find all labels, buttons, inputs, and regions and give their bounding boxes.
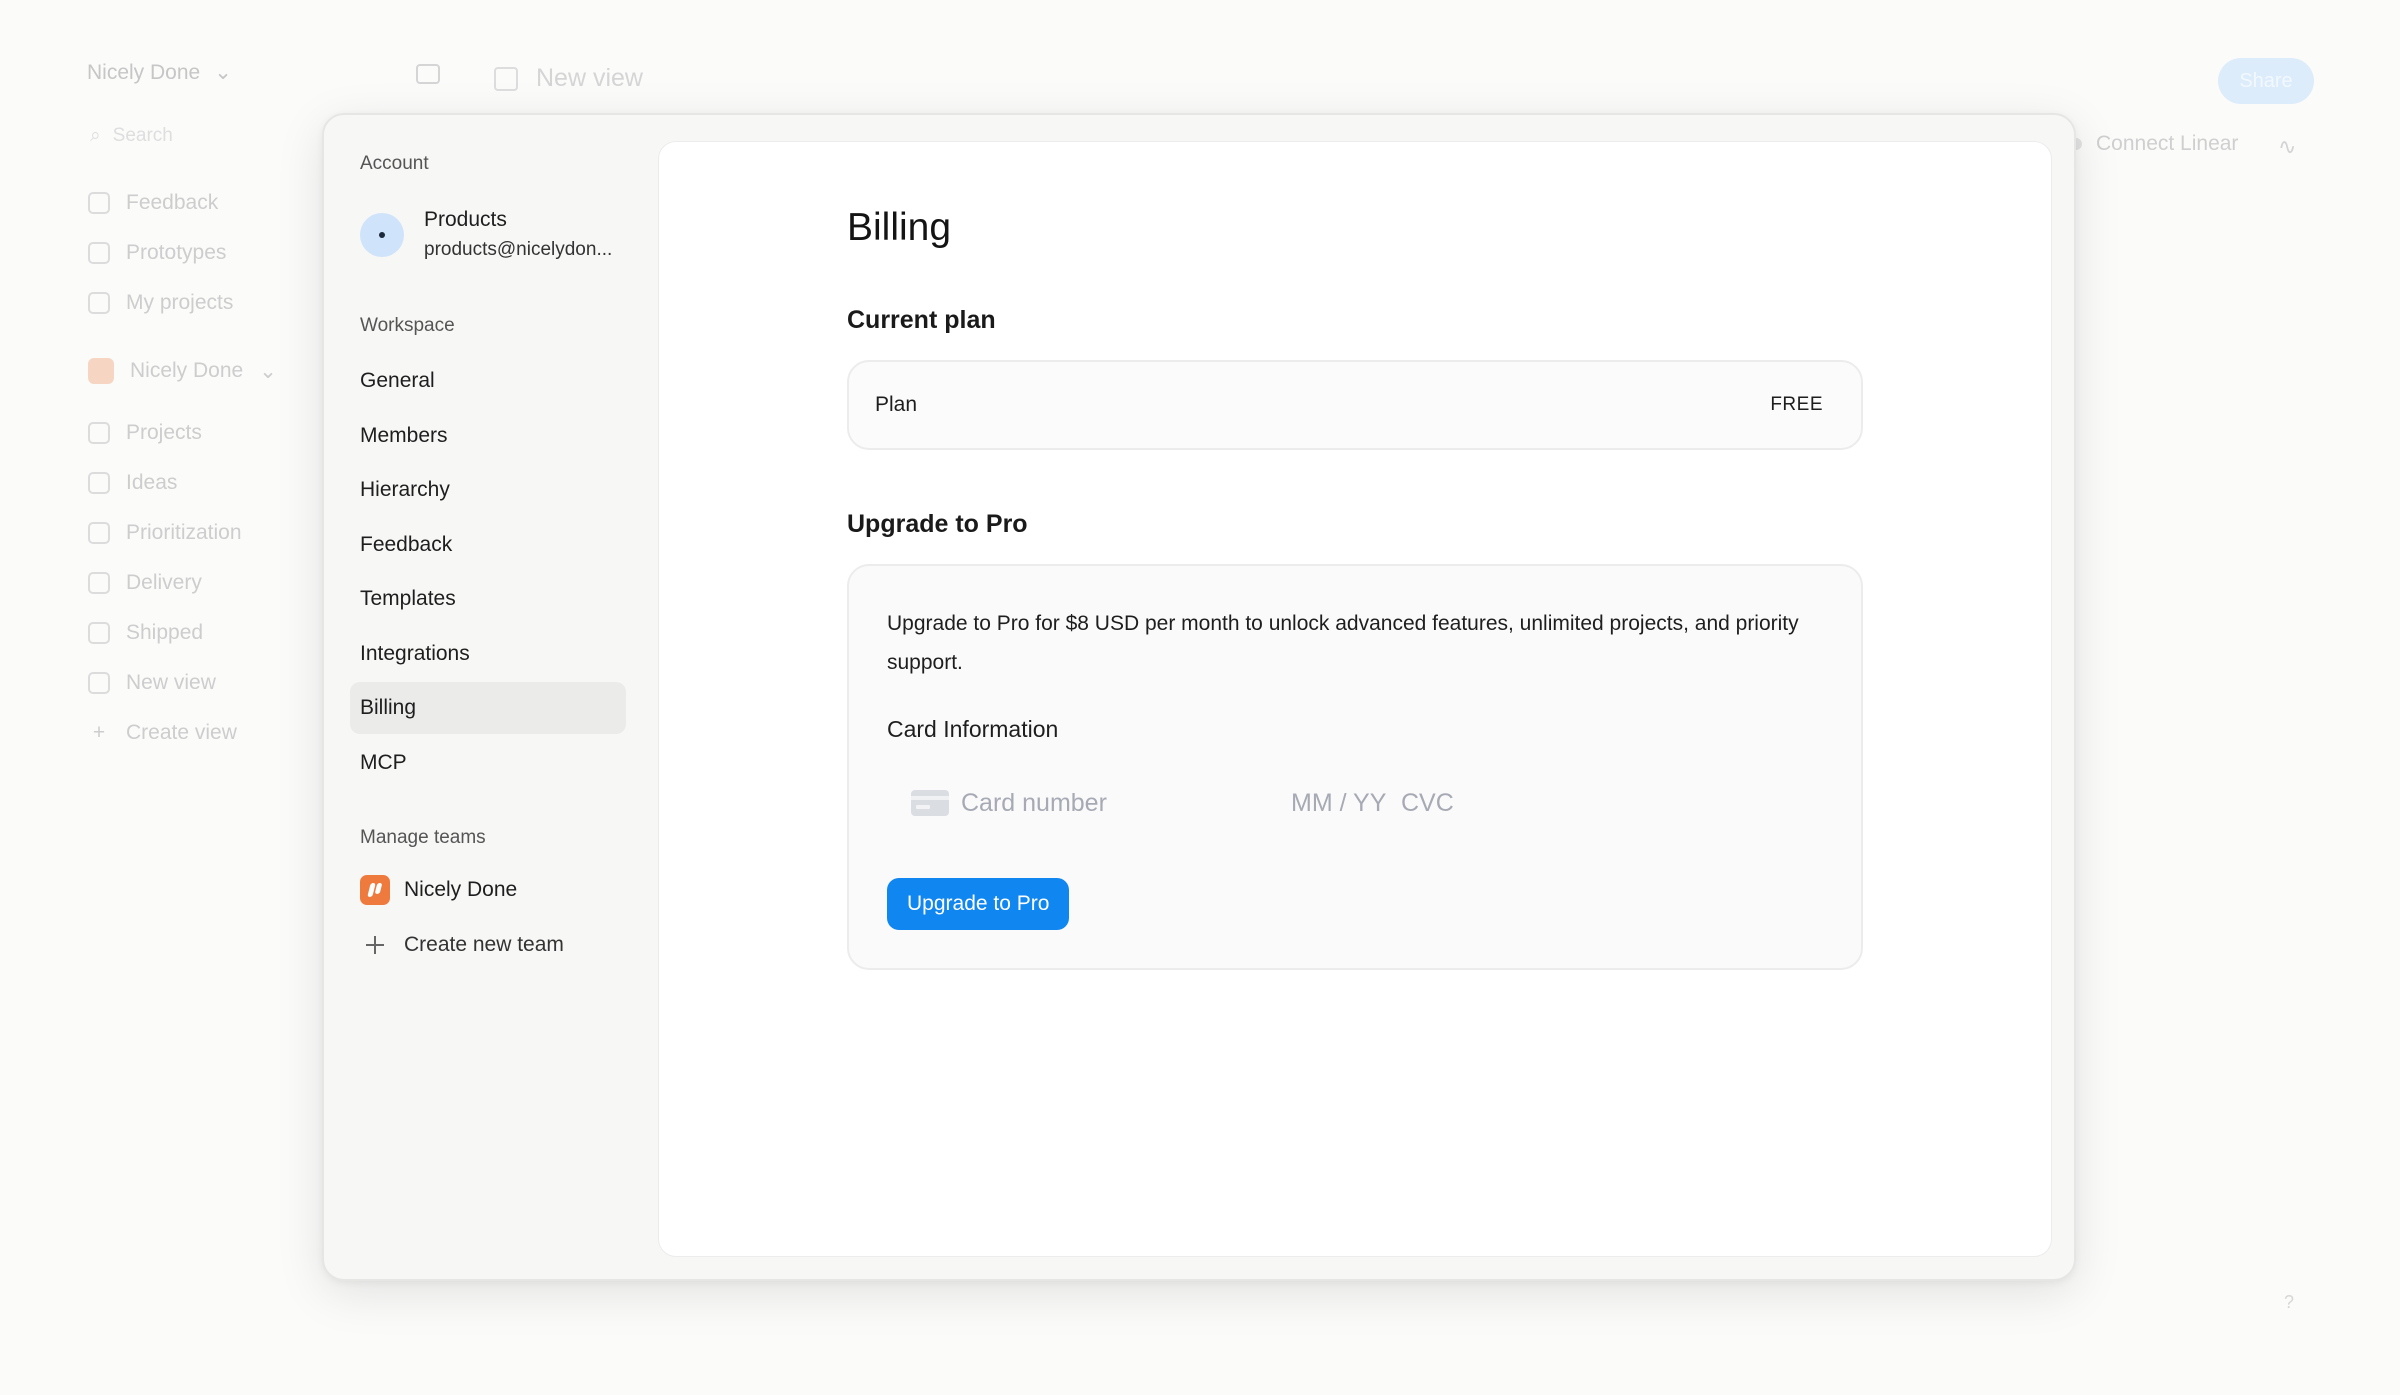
account-item[interactable]: Products products@nicelydon... [360,205,612,265]
account-details: Products products@nicelydon... [424,205,612,265]
nav-item-integrations[interactable]: Integrations [350,628,626,680]
plan-label: Plan [875,393,918,416]
card-expiry-input[interactable] [1291,788,1401,818]
nav-item-billing[interactable]: Billing [350,682,626,734]
background-nav-label: Projects [126,421,202,444]
background-workspace-switcher: Nicely Done ⌄ [87,60,232,85]
upgrade-description: Upgrade to Pro for $8 USD per month to u… [887,612,1799,674]
plus-icon [360,930,390,960]
background-nav-label: Ideas [126,471,178,494]
team-name: Nicely Done [404,878,518,901]
projects-icon [88,422,110,444]
card-number-input[interactable] [961,788,1291,818]
background-nav-item: Shipped [88,608,318,658]
card-input-row [887,778,1787,828]
view-icon [88,672,110,694]
card-info-label: Card Information [887,716,1059,742]
background-nav-item: Projects [88,408,318,458]
background-nav-item: My projects [88,278,318,328]
background-nav-top: Feedback Prototypes My projects [88,178,318,328]
background-view-title-text: New view [536,64,643,92]
background-nav-item: Feedback [88,178,318,228]
nav-item-feedback[interactable]: Feedback [350,519,626,571]
background-sidebar: Nicely Done ⌄ ⌕ Search Feedback Prototyp… [0,0,320,1395]
nav-item-members[interactable]: Members [350,410,626,462]
upgrade-card: Upgrade to Pro for $8 USD per month to u… [847,564,1863,970]
background-nav-label: Feedback [126,191,219,214]
sidebar-toggle-icon [416,64,440,84]
ideas-icon [88,472,110,494]
background-search-placeholder: Search [112,125,173,146]
team-item-nicely-done[interactable]: Nicely Done [360,875,517,905]
nav-item-general[interactable]: General [350,355,626,407]
background-workspace-name: Nicely Done [87,60,201,84]
background-connect-label: Connect Linear [2096,132,2239,155]
nav-item-hierarchy[interactable]: Hierarchy [350,464,626,516]
background-nav-label: Shipped [126,621,204,644]
plus-icon: + [92,721,106,744]
account-section-title: Account [360,153,429,174]
user-icon [88,292,110,314]
background-nav-item: Delivery [88,558,318,608]
background-connect-linear: Connect Linear [2070,132,2238,156]
account-name: Products [424,208,507,231]
background-view-title: New view [494,64,643,93]
background-team-name: Nicely Done [130,359,244,382]
card-cvc-input[interactable] [1401,788,1521,818]
background-nav-label: Prioritization [126,521,242,544]
upgrade-to-pro-button[interactable]: Upgrade to Pro [887,878,1070,930]
create-team-label: Create new team [404,933,564,956]
background-nav-team: Projects Ideas Prioritization Delivery S… [88,408,318,758]
workspace-nav-list: General Members Hierarchy Feedback Templ… [350,355,626,791]
background-nav-label: Delivery [126,571,202,594]
current-plan-card: Plan FREE [847,360,1863,450]
feedback-icon [88,192,110,214]
current-plan-title: Current plan [847,306,996,334]
background-nav-label: Create view [126,721,237,744]
plan-badge: FREE [1770,394,1823,415]
background-share-button: Share [2218,58,2314,104]
credit-card-icon [911,790,949,816]
billing-panel: Billing Current plan Plan FREE Upgrade t… [658,141,2052,1257]
background-nav-item: + Create view [88,708,318,758]
prioritization-icon [88,522,110,544]
team-logo-icon [88,358,114,384]
avatar [360,213,404,257]
background-team: Nicely Done ⌄ [88,358,277,384]
team-logo-icon [360,875,390,905]
background-nav-label: My projects [126,291,234,314]
activity-icon: ∿ [2278,134,2297,159]
search-icon: ⌕ [90,125,101,146]
view-icon [494,66,518,91]
settings-sidebar: Account Products products@nicelydon... W… [324,115,654,1279]
chevron-down-icon: ⌄ [259,359,277,383]
account-email: products@nicelydon... [424,239,613,260]
nav-item-templates[interactable]: Templates [350,573,626,625]
create-team-button[interactable]: Create new team [360,930,564,960]
workspace-section-title: Workspace [360,315,455,336]
prototype-icon [88,242,110,264]
background-nav-label: Prototypes [126,241,227,264]
background-nav-item: Ideas [88,458,318,508]
shipped-icon [88,622,110,644]
nav-item-mcp[interactable]: MCP [350,737,626,789]
chevron-down-icon: ⌄ [214,61,232,84]
delivery-icon [88,572,110,594]
page-title: Billing [847,206,952,249]
settings-modal: Account Products products@nicelydon... W… [322,113,2076,1281]
upgrade-title: Upgrade to Pro [847,510,1028,538]
background-nav-item: Prototypes [88,228,318,278]
background-search: ⌕ Search [76,116,296,156]
background-nav-item: Prioritization [88,508,318,558]
help-icon: ? [2284,1292,2295,1312]
background-nav-label: New view [126,671,216,694]
background-nav-item: New view [88,658,318,708]
teams-section-title: Manage teams [360,827,486,848]
